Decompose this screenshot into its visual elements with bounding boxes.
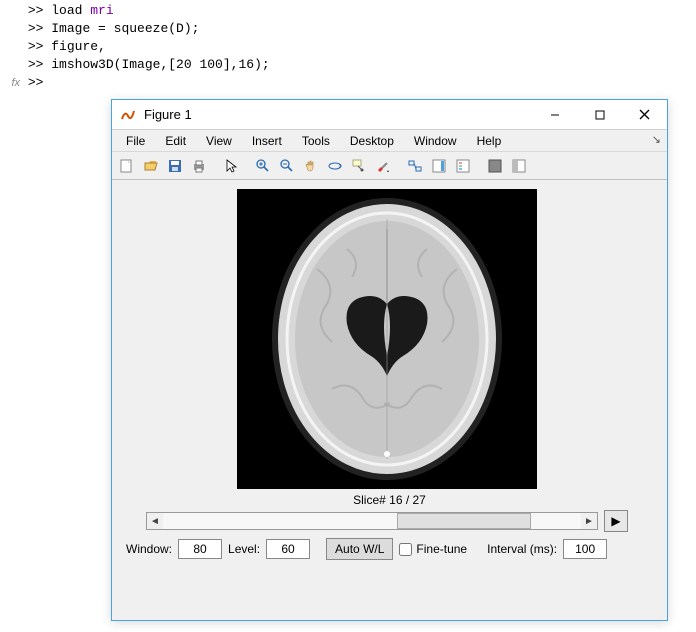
cmd-text: figure, xyxy=(51,39,106,54)
prompt: >> xyxy=(28,3,44,18)
prompt: >> xyxy=(28,75,44,90)
figure-window: Figure 1 File Edit View Insert Tools Des… xyxy=(111,99,668,621)
cmd-text: Image = squeeze(D); xyxy=(51,21,199,36)
mri-slice-image xyxy=(237,189,537,489)
command-window[interactable]: >> load mri >> Image = squeeze(D); >> fi… xyxy=(0,0,696,92)
matlab-figure-icon xyxy=(120,107,136,123)
slice-label: Slice# 16 / 27 xyxy=(112,493,667,507)
pan-icon[interactable] xyxy=(300,155,322,177)
scroll-thumb[interactable] xyxy=(397,513,531,529)
scroll-right-icon[interactable]: ► xyxy=(581,513,597,529)
link-icon[interactable] xyxy=(404,155,426,177)
interval-input[interactable] xyxy=(563,539,607,559)
window-label: Window: xyxy=(126,542,172,556)
menu-help[interactable]: Help xyxy=(467,131,512,151)
datacursor-icon[interactable] xyxy=(348,155,370,177)
save-icon[interactable] xyxy=(164,155,186,177)
menu-insert[interactable]: Insert xyxy=(242,131,292,151)
play-button[interactable]: ▶ xyxy=(604,510,628,532)
brush-icon[interactable] xyxy=(372,155,394,177)
scroll-track[interactable] xyxy=(163,513,581,529)
hideplot-icon[interactable] xyxy=(484,155,506,177)
level-input[interactable] xyxy=(266,539,310,559)
interval-label: Interval (ms): xyxy=(487,542,557,556)
finetune-input[interactable] xyxy=(399,543,412,556)
colorbar-icon[interactable] xyxy=(428,155,450,177)
open-icon[interactable] xyxy=(140,155,162,177)
prompt: >> xyxy=(28,57,44,72)
rotate3d-icon[interactable] xyxy=(324,155,346,177)
dock-icon[interactable]: ↘ xyxy=(652,133,661,146)
level-label: Level: xyxy=(228,542,260,556)
close-button[interactable] xyxy=(622,100,667,129)
menu-view[interactable]: View xyxy=(196,131,242,151)
cmd-text: imshow3D(Image,[20 100],16); xyxy=(51,57,269,72)
menu-desktop[interactable]: Desktop xyxy=(340,131,404,151)
maximize-button[interactable] xyxy=(577,100,622,129)
legend-icon[interactable] xyxy=(452,155,474,177)
zoom-in-icon[interactable] xyxy=(252,155,274,177)
menu-window[interactable]: Window xyxy=(404,131,467,151)
cmd-text: load xyxy=(51,3,90,18)
finetune-label: Fine-tune xyxy=(416,542,467,556)
showplot-icon[interactable] xyxy=(508,155,530,177)
menu-tools[interactable]: Tools xyxy=(292,131,340,151)
toolbar xyxy=(112,152,667,180)
zoom-out-icon[interactable] xyxy=(276,155,298,177)
menu-file[interactable]: File xyxy=(116,131,155,151)
window-level-controls: Window: Level: Auto W/L Fine-tune Interv… xyxy=(126,538,607,560)
menu-edit[interactable]: Edit xyxy=(155,131,196,151)
figure-body: Slice# 16 / 27 ◄ ► ▶ Window: Level: Auto… xyxy=(112,180,667,620)
menu-bar: File Edit View Insert Tools Desktop Wind… xyxy=(112,130,667,152)
new-figure-icon[interactable] xyxy=(116,155,138,177)
prompt: >> xyxy=(28,39,44,54)
minimize-button[interactable] xyxy=(532,100,577,129)
image-axes[interactable] xyxy=(237,189,537,489)
pointer-icon[interactable] xyxy=(220,155,242,177)
window-title: Figure 1 xyxy=(144,107,532,122)
cmd-keyword: mri xyxy=(90,3,113,18)
print-icon[interactable] xyxy=(188,155,210,177)
slice-scrollbar[interactable]: ◄ ► xyxy=(146,512,598,530)
window-input[interactable] xyxy=(178,539,222,559)
finetune-checkbox[interactable]: Fine-tune xyxy=(399,542,467,556)
title-bar[interactable]: Figure 1 xyxy=(112,100,667,130)
scroll-left-icon[interactable]: ◄ xyxy=(147,513,163,529)
fx-icon[interactable]: fx xyxy=(0,74,20,92)
auto-wl-button[interactable]: Auto W/L xyxy=(326,538,393,560)
prompt: >> xyxy=(28,21,44,36)
